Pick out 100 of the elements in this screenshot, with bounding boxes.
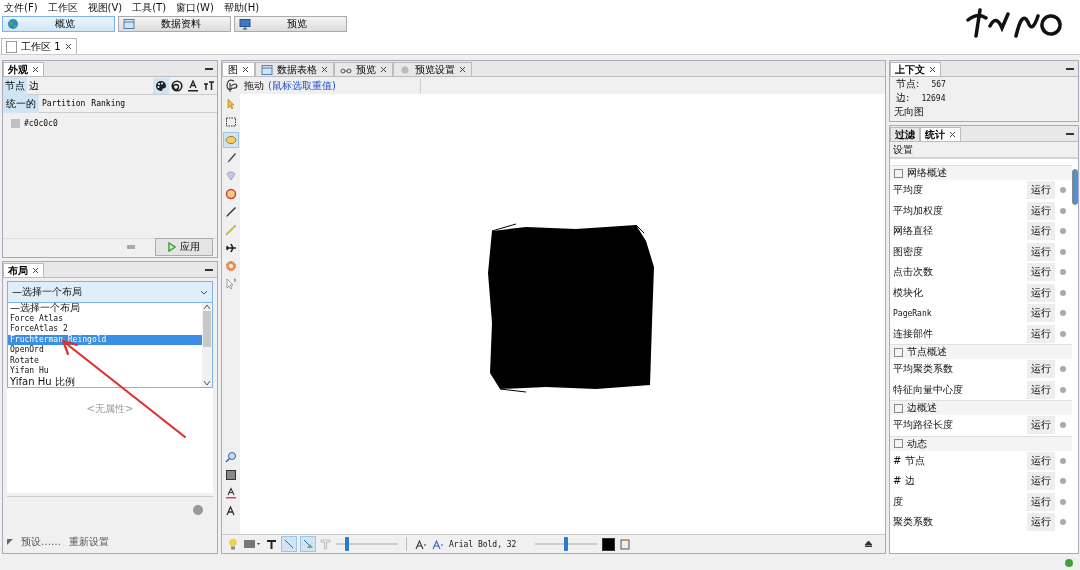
workspace-tab[interactable]: 工作区 1 <box>1 38 77 54</box>
close-icon[interactable] <box>949 131 956 138</box>
run-button[interactable]: 运行 <box>1027 416 1055 435</box>
graph-type: 无向图 <box>894 105 924 119</box>
mode-tab[interactable]: Ranking <box>88 97 129 110</box>
font-color-icon[interactable] <box>432 538 444 550</box>
tool-button[interactable] <box>224 486 238 500</box>
run-button[interactable]: 运行 <box>1027 324 1055 343</box>
menu-item[interactable]: 文件(F) <box>4 1 38 15</box>
panel-tab[interactable]: 布局 <box>3 263 44 277</box>
layout-option[interactable]: Yifan Hu <box>8 366 202 377</box>
attribute-button[interactable] <box>153 77 169 94</box>
run-button[interactable]: 运行 <box>1027 242 1055 261</box>
close-icon[interactable] <box>64 43 72 50</box>
font-size-icon[interactable] <box>415 538 427 550</box>
close-icon[interactable] <box>321 66 328 73</box>
color-swatch[interactable] <box>11 119 20 128</box>
tool-button[interactable] <box>224 205 238 219</box>
tool-button[interactable] <box>224 115 238 129</box>
minus-icon <box>127 245 135 249</box>
edge-button[interactable] <box>301 537 315 551</box>
run-button[interactable]: 运行 <box>1027 222 1055 241</box>
layout-dropdown[interactable]: —选择一个布局 <box>7 281 213 303</box>
section-header[interactable]: 边概述 <box>890 400 1072 415</box>
scrollbar-thumb[interactable] <box>1072 169 1078 205</box>
statistic-name: 点击次数 <box>893 265 934 280</box>
airplane-icon <box>225 242 237 254</box>
tool-button[interactable] <box>224 151 238 165</box>
run-button[interactable]: 运行 <box>1027 263 1055 282</box>
mode-tab[interactable]: 概览 <box>2 16 115 32</box>
panel-tab[interactable]: 统计 <box>920 127 961 141</box>
menu-item[interactable]: 窗口(W) <box>176 1 214 15</box>
close-icon[interactable] <box>929 66 936 73</box>
apply-button[interactable]: 应用 <box>155 238 213 256</box>
panel-tab[interactable]: 外观 <box>3 62 44 76</box>
chevron-down-icon <box>200 289 208 295</box>
layout-option[interactable]: Force Atlas <box>8 313 202 324</box>
close-icon[interactable] <box>242 66 249 73</box>
section-header[interactable]: 网络概述 <box>890 165 1072 180</box>
slider-thumb[interactable] <box>344 537 349 551</box>
run-button[interactable]: 运行 <box>1027 201 1055 220</box>
eject-icon[interactable] <box>864 540 873 548</box>
run-button[interactable]: 运行 <box>1027 283 1055 302</box>
menu-item[interactable]: 工具(T) <box>132 1 167 15</box>
clipboard-icon[interactable] <box>620 538 632 550</box>
run-button[interactable]: 运行 <box>1027 304 1055 323</box>
section-header[interactable]: 动态 <box>890 435 1072 451</box>
run-button[interactable]: 运行 <box>1027 451 1055 470</box>
run-button[interactable]: 运行 <box>1027 181 1055 200</box>
graph-tab[interactable]: 预览设置 <box>393 62 472 76</box>
layout-option[interactable]: Yifan Hu 比例 <box>8 376 202 387</box>
scroll-up-icon[interactable] <box>203 303 211 311</box>
status-dot <box>1060 269 1066 276</box>
slider-thumb[interactable] <box>563 537 568 551</box>
element-tab[interactable]: 边 <box>27 76 41 95</box>
nodes-count: 567 <box>931 79 946 89</box>
section-header[interactable]: 节点概述 <box>890 344 1072 359</box>
mode-tab[interactable]: Partition <box>39 97 89 110</box>
close-icon[interactable] <box>380 66 387 73</box>
menu-item[interactable]: 帮助(H) <box>223 1 260 15</box>
reset-link[interactable]: 重新设置 <box>69 535 109 549</box>
menu-item[interactable]: 工作区 <box>47 1 78 15</box>
layout-option[interactable]: OpenOrd <box>8 345 202 356</box>
run-button[interactable]: 运行 <box>1027 380 1055 399</box>
close-icon[interactable] <box>32 66 39 73</box>
lightbulb-icon[interactable] <box>228 538 238 550</box>
mode-tab[interactable]: 预览 <box>234 16 347 32</box>
close-icon[interactable] <box>32 267 39 274</box>
close-icon[interactable] <box>459 66 466 73</box>
panel-tab[interactable]: 过滤 <box>890 127 920 141</box>
layout-option[interactable]: Rotate <box>8 355 202 366</box>
text-icon[interactable] <box>266 538 277 550</box>
panel-tab[interactable]: 上下文 <box>890 62 941 76</box>
scroll-down-icon[interactable] <box>203 379 211 387</box>
layout-option[interactable]: —选择一个布局 <box>8 303 202 314</box>
graph-tab[interactable]: 数据表格 <box>255 62 334 76</box>
scrollbar-thumb[interactable] <box>203 311 211 347</box>
graph-tab[interactable]: 图 <box>222 62 255 76</box>
presets-link[interactable]: 预设…… <box>21 535 61 549</box>
run-button[interactable]: 运行 <box>1027 513 1055 532</box>
nodes-label: 节点: <box>896 77 920 91</box>
edge-button[interactable] <box>282 537 296 551</box>
statistic-name: 连接部件 <box>893 326 934 341</box>
screenshot-icon[interactable] <box>243 539 261 549</box>
settings-label: 设置 <box>893 142 913 157</box>
tool-button[interactable] <box>224 468 238 482</box>
font-name[interactable]: Arial Bold, 32 <box>449 539 517 549</box>
status-dot <box>1060 519 1066 526</box>
color-wheel-icon <box>225 188 237 200</box>
attribute-button[interactable] <box>169 77 185 94</box>
mode-tab[interactable]: 数据资料 <box>118 16 231 32</box>
layout-option[interactable]: ForceAtlas 2 <box>8 324 202 335</box>
edges-count: 12694 <box>921 93 946 103</box>
graph-tab[interactable]: 预览 <box>334 62 393 76</box>
run-button[interactable]: 运行 <box>1027 492 1055 511</box>
run-button[interactable]: 运行 <box>1027 360 1055 379</box>
tool-button[interactable] <box>224 241 238 255</box>
run-button[interactable]: 运行 <box>1027 472 1055 491</box>
color-picker[interactable] <box>602 537 616 551</box>
menu-item[interactable]: 视图(V) <box>87 1 123 15</box>
